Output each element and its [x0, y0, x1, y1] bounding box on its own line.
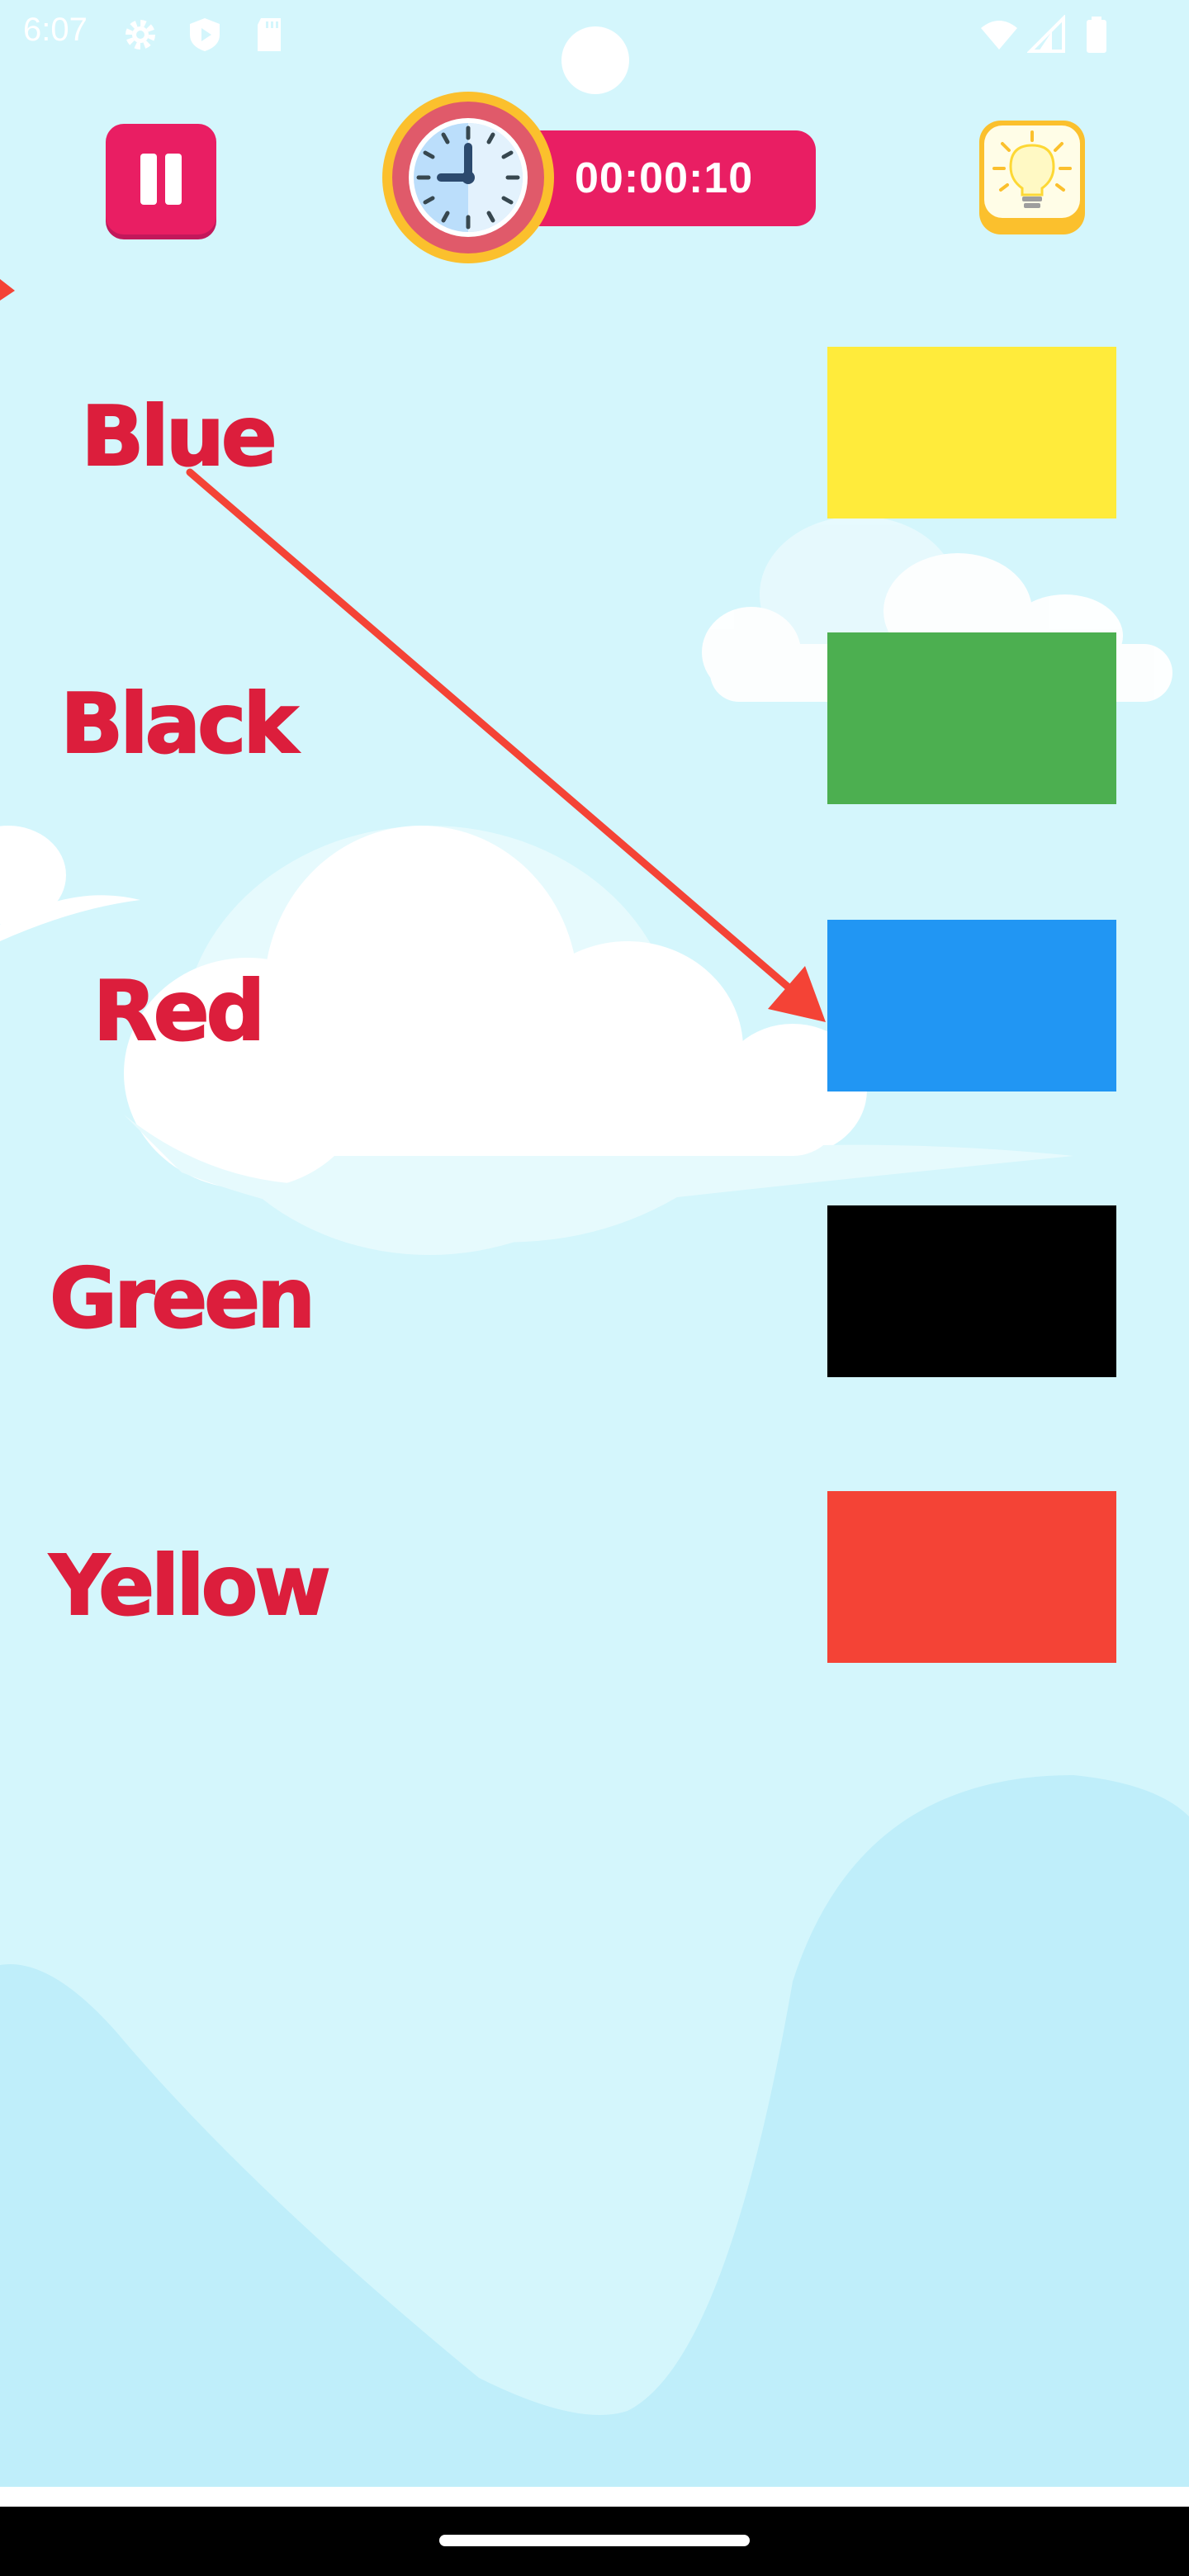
battery-icon — [1087, 17, 1106, 53]
word-yellow[interactable]: Yellow — [49, 1537, 332, 1635]
word-blue[interactable]: Blue — [50, 387, 306, 485]
hint-button[interactable] — [979, 121, 1085, 234]
settings-icon — [126, 20, 155, 50]
timer-text: 00:00:10 — [575, 154, 754, 202]
swatch-blue[interactable] — [827, 920, 1116, 1091]
left-arrow-tip — [0, 279, 15, 301]
hill-shape — [0, 1775, 1189, 2487]
lightbulb-icon — [992, 130, 1072, 208]
pause-button[interactable] — [106, 124, 216, 234]
bottom-strip — [0, 2487, 1189, 2507]
swatch-black[interactable] — [827, 1205, 1116, 1377]
camera-cutout — [561, 26, 629, 94]
navigation-bar — [0, 2507, 1189, 2576]
sd-card-icon — [258, 18, 281, 51]
word-green[interactable]: Green — [49, 1249, 316, 1347]
cell-signal-icon — [1027, 15, 1065, 53]
wifi-icon — [981, 21, 1017, 50]
word-red[interactable]: Red — [50, 962, 306, 1060]
swatch-red[interactable] — [827, 1491, 1116, 1663]
shield-icon — [190, 18, 220, 51]
word-black[interactable]: Black — [50, 675, 306, 773]
clock-icon — [382, 92, 554, 263]
status-time: 6:07 — [23, 12, 88, 48]
home-handle[interactable] — [439, 2535, 750, 2546]
cloud-left-edge — [0, 826, 140, 941]
swatch-green[interactable] — [827, 632, 1116, 804]
swatch-yellow[interactable] — [827, 347, 1116, 519]
